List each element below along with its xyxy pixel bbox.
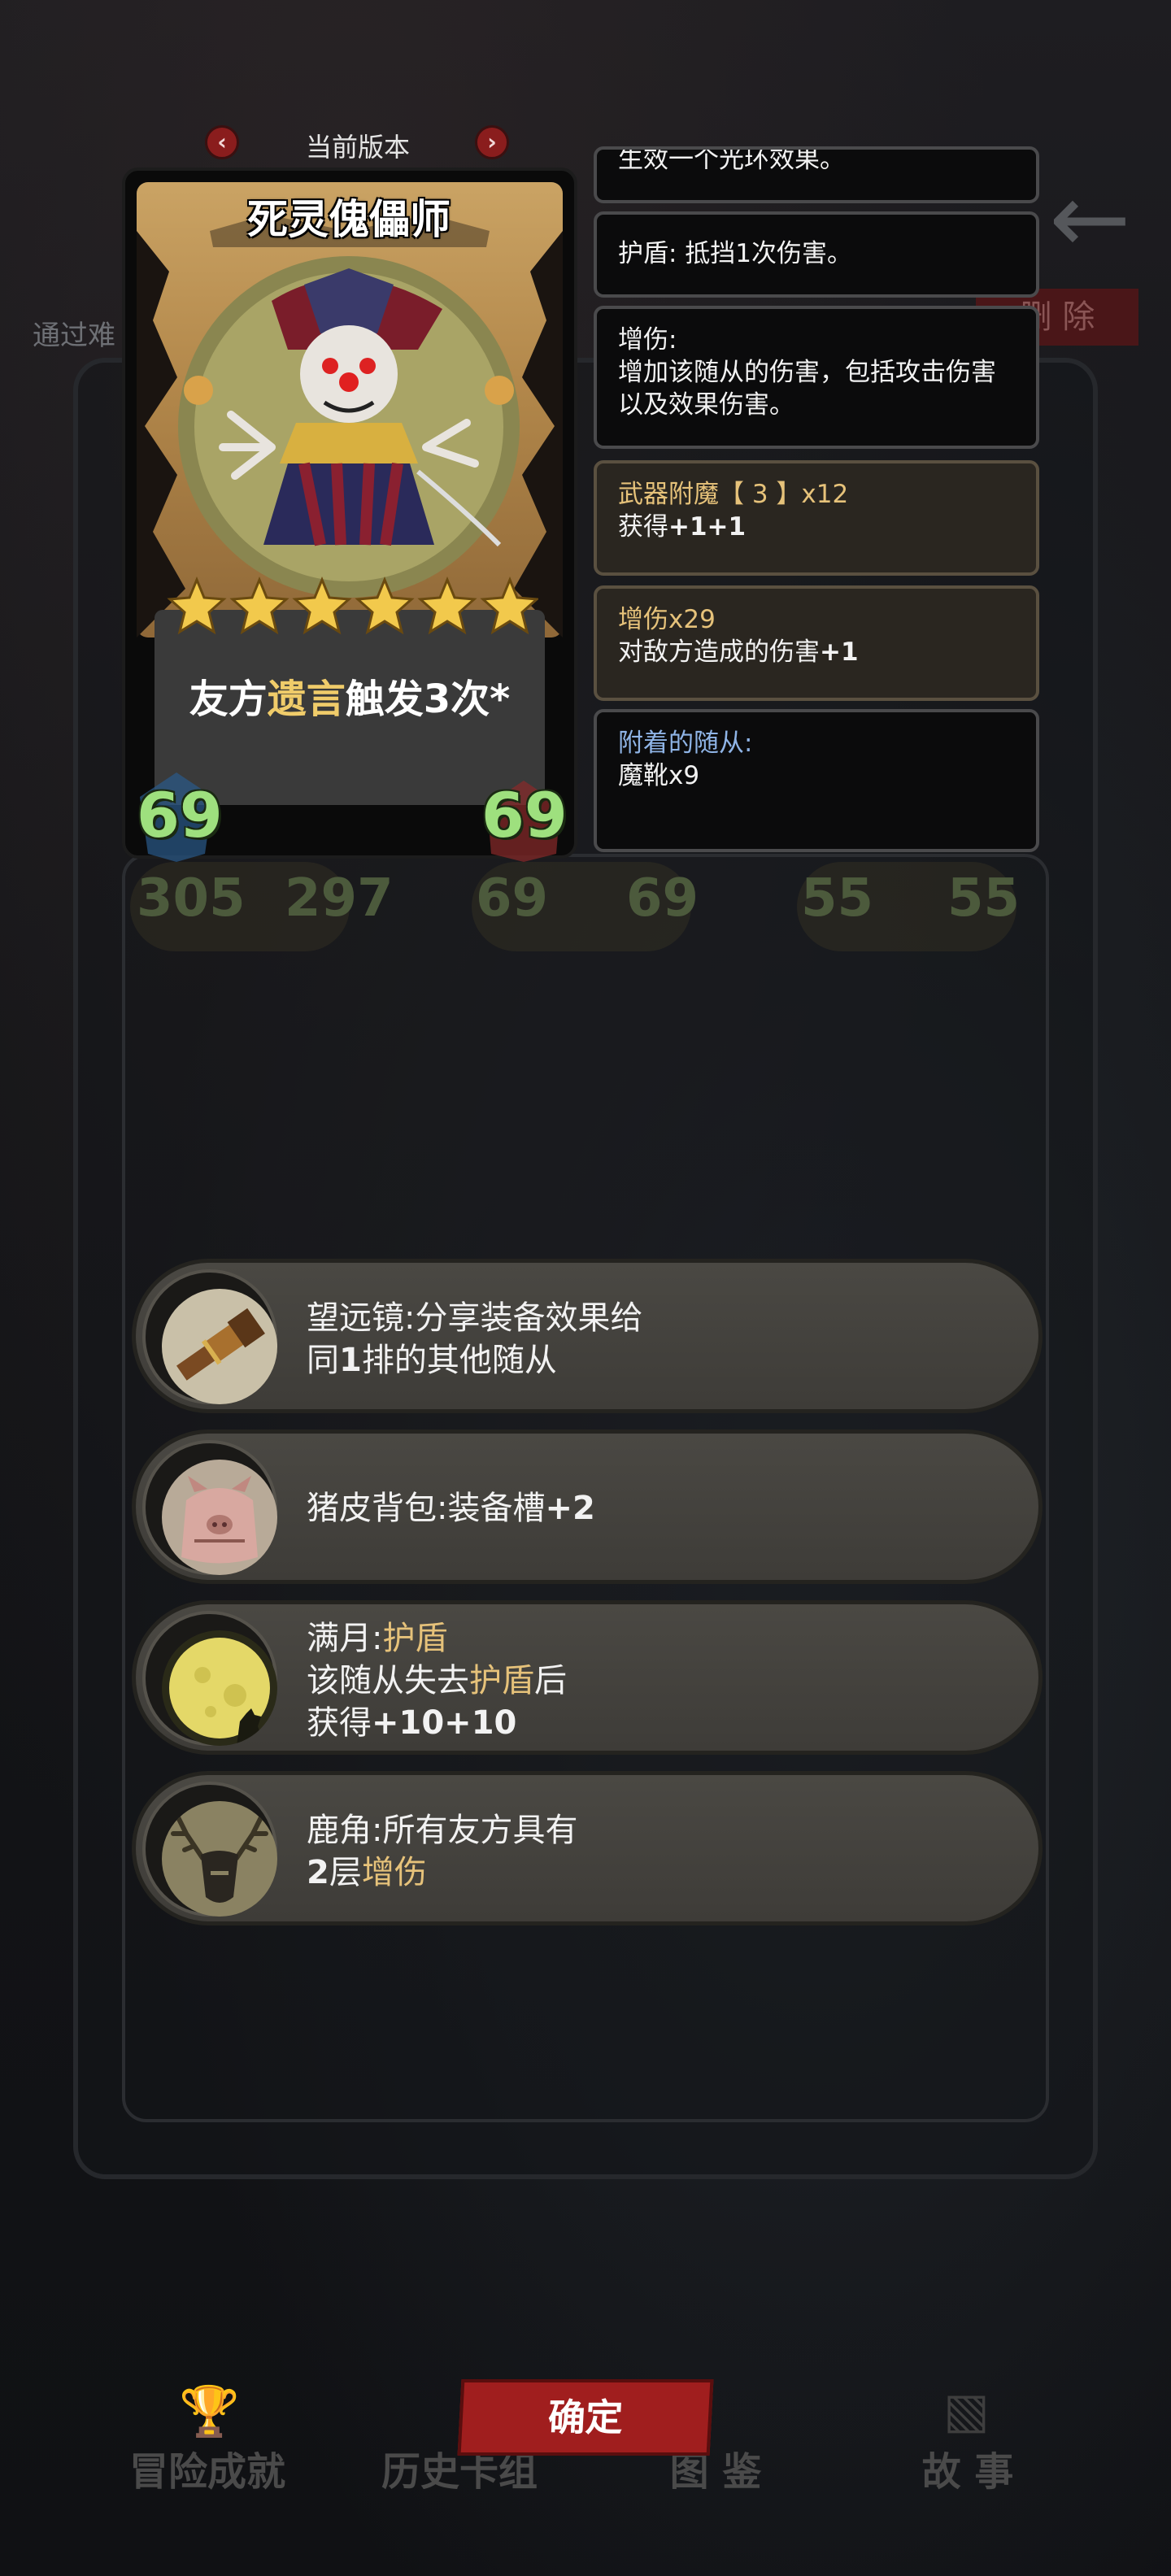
star-rating [167, 577, 538, 635]
info-box-damage-x29: 增伤x29 对敌方造成的伤害+1 [594, 585, 1039, 701]
equipment-line: 2层增伤 [307, 1852, 577, 1894]
info-attached-desc: 魔靴x9 [618, 761, 700, 790]
info-weapon-desc-prefix: 获得 [618, 512, 668, 542]
equipment-icon-ring [142, 1269, 277, 1404]
tab-label: 图 鉴 [669, 2449, 762, 2495]
next-version-button[interactable]: › [475, 125, 509, 159]
equipment-bold: +10+10 [372, 1704, 517, 1742]
equipment-bold: +2 [545, 1490, 595, 1527]
confirm-button[interactable]: 确定 [457, 2379, 714, 2456]
card-name: 死灵傀儡师 [247, 196, 451, 243]
version-label: 当前版本 [305, 132, 410, 163]
equipment-line: 获得+10+10 [307, 1702, 567, 1744]
prev-version-button[interactable]: ‹ [205, 125, 239, 159]
equipment-row-antler[interactable]: 鹿角:所有友方具有 2层增伤 [132, 1771, 1043, 1925]
background-pass-label: 通过难 [33, 320, 115, 352]
tab-label: 历史卡组 [381, 2449, 538, 2495]
equipment-highlight: 增伤 [361, 1854, 427, 1891]
equipment-row-pig-backpack[interactable]: 猪皮背包:装备槽+2 [132, 1429, 1043, 1584]
equipment-description: 满月:护盾 该随从失去护盾后 获得+10+10 [307, 1617, 567, 1744]
pig-backpack-icon [162, 1460, 277, 1575]
info-dmg29-title: 增伤x29 [618, 605, 716, 634]
info-dmg29-desc-value: +1 [820, 637, 859, 667]
puppeteer-portrait [178, 256, 520, 598]
equipment-line: 望远镜:分享装备效果给 [307, 1299, 643, 1337]
equipment-icon-ring [142, 1440, 277, 1575]
equipment-description: 鹿角:所有友方具有 2层增伤 [307, 1809, 577, 1894]
background-stat: 55 [947, 868, 1021, 929]
equipment-line: 满月:护盾 [307, 1617, 567, 1660]
info-dmg29-desc: 对敌方造成的伤害+1 [618, 636, 1015, 668]
background-stat: 305 [137, 868, 246, 929]
background-stat: 69 [626, 868, 699, 929]
equipment-line: 鹿角:所有友方具有 [307, 1812, 578, 1849]
equipment-bold: 1 [339, 1342, 362, 1379]
equipment-text: 猪皮背包:装备槽 [307, 1490, 546, 1527]
info-damage-desc: 增加该随从的伤害，包括攻击伤害以及效果伤害。 [618, 358, 996, 420]
equipment-highlight: 护盾 [382, 1620, 448, 1657]
equipment-line: 该随从失去护盾后 [307, 1660, 567, 1702]
equipment-line: 猪皮背包:装备槽+2 [307, 1487, 595, 1530]
info-box-attached-minion: 附着的随从: 魔靴x9 [594, 709, 1039, 852]
equipment-description: 望远镜:分享装备效果给 同1排的其他随从 [307, 1297, 642, 1382]
trophy-icon: 🏆 [179, 2383, 240, 2440]
info-box-aura: 生效一个光环效果。 [594, 146, 1039, 203]
info-attached-title: 附着的随从: [618, 729, 753, 758]
equipment-line: 同1排的其他随从 [307, 1339, 642, 1382]
card-desc-suffix: 触发3次* [345, 677, 511, 722]
equipment-description: 猪皮背包:装备槽+2 [307, 1487, 595, 1530]
card-desc-highlight: 遗言 [267, 677, 346, 722]
info-box-shield: 护盾: 抵挡1次伤害。 [594, 211, 1039, 298]
health-value: 69 [481, 779, 568, 851]
info-box-damage-boost: 增伤: 增加该随从的伤害，包括攻击伤害以及效果伤害。 [594, 306, 1039, 449]
full-moon-icon [162, 1630, 277, 1746]
info-weapon-title: 武器附魔【 3 】x12 [618, 480, 849, 509]
card-description: 友方遗言触发3次* [155, 667, 545, 724]
equipment-text: 该随从失去 [307, 1662, 469, 1699]
info-aura-text: 生效一个光环效果。 [618, 146, 845, 174]
equipment-row-telescope[interactable]: 望远镜:分享装备效果给 同1排的其他随从 [132, 1259, 1043, 1413]
card-desc-prefix: 友方 [189, 677, 268, 722]
equipment-highlight: 护盾 [469, 1662, 534, 1699]
background-stat: 297 [285, 868, 394, 929]
background-stat: 55 [801, 868, 874, 929]
antler-icon [162, 1801, 277, 1917]
equipment-icon-ring [142, 1611, 277, 1746]
info-shield-text: 护盾: 抵挡1次伤害。 [618, 239, 853, 268]
equipment-bold: 2 [307, 1854, 329, 1891]
equipment-text: 同 [307, 1342, 339, 1379]
background-stat: 69 [476, 868, 549, 929]
tab-label: 冒险成就 [128, 2449, 285, 2495]
back-arrow-icon[interactable]: ← [1049, 171, 1138, 268]
equipment-text: 后 [534, 1662, 567, 1699]
minion-card: 死灵傀儡师 友方遗言触发3次* 69 69 [122, 168, 577, 862]
telescope-icon [162, 1289, 277, 1404]
equipment-text: 获得 [307, 1704, 372, 1742]
info-dmg29-desc-prefix: 对敌方造成的伤害 [618, 637, 820, 667]
equipment-row-full-moon[interactable]: 满月:护盾 该随从失去护盾后 获得+10+10 [132, 1600, 1043, 1755]
info-weapon-desc-value: +1+1 [668, 512, 747, 542]
equipment-text: 排的其他随从 [361, 1342, 557, 1379]
book-icon: ▧ [943, 2382, 990, 2439]
tab-label: 故 事 [921, 2449, 1014, 2495]
info-weapon-desc: 获得+1+1 [618, 511, 1015, 543]
tab-story[interactable]: ▧ 故 事 [903, 2382, 1033, 2496]
equipment-icon-ring [142, 1782, 277, 1917]
tab-adventure-achievements[interactable]: 🏆 冒险成就 [122, 2383, 293, 2496]
info-box-weapon-enchant: 武器附魔【 3 】x12 获得+1+1 [594, 460, 1039, 576]
equipment-text: 层 [329, 1854, 362, 1891]
attack-value: 69 [137, 779, 223, 851]
info-damage-title: 增伤: [618, 325, 677, 355]
equipment-text: 满月: [307, 1620, 383, 1657]
